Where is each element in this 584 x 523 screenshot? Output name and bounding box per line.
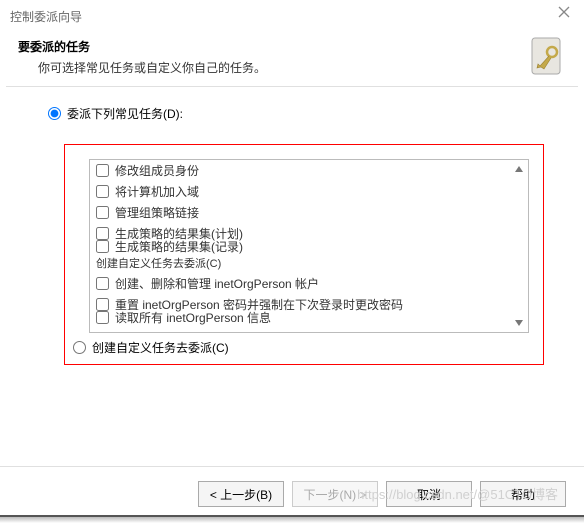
task-checkbox[interactable] — [96, 206, 109, 219]
key-icon — [526, 36, 566, 76]
scroll-up-icon[interactable] — [512, 162, 526, 176]
close-button[interactable] — [558, 6, 578, 26]
task-label: 创建自定义任务去委派(C) — [96, 255, 221, 271]
wizard-header: 要委派的任务 你可选择常见任务或自定义你自己的任务。 — [0, 32, 584, 86]
task-item[interactable]: 管理组策略链接 — [90, 202, 528, 223]
cancel-button[interactable]: 取消 — [386, 481, 472, 507]
button-row: < 上一步(B) 下一步(N) > 取消 帮助 — [0, 466, 584, 507]
scroll-down-icon[interactable] — [512, 316, 526, 330]
task-checkbox[interactable] — [96, 164, 109, 177]
task-item[interactable]: 修改组成员身份 — [90, 160, 528, 181]
task-checkbox[interactable] — [96, 277, 109, 290]
task-item[interactable]: 创建自定义任务去委派(C) — [90, 253, 528, 273]
task-checkbox[interactable] — [96, 185, 109, 198]
highlight-box: 修改组成员身份 将计算机加入域 管理组策略链接 生成策略的结果集(计划) 生成策… — [64, 144, 544, 365]
task-label: 管理组策略链接 — [115, 204, 199, 221]
task-label: 修改组成员身份 — [115, 162, 199, 179]
task-item[interactable]: 读取所有 inetOrgPerson 信息 — [90, 307, 528, 328]
bottom-strip — [0, 515, 584, 523]
close-icon — [558, 6, 570, 18]
task-item[interactable]: 创建、删除和管理 inetOrgPerson 帐户 — [90, 273, 528, 294]
header-divider — [6, 86, 578, 87]
task-listbox[interactable]: 修改组成员身份 将计算机加入域 管理组策略链接 生成策略的结果集(计划) 生成策… — [89, 159, 529, 333]
radio-custom-label: 创建自定义任务去委派(C) — [92, 339, 229, 356]
header-desc: 你可选择常见任务或自定义你自己的任务。 — [38, 59, 566, 76]
radio-common-tasks[interactable]: 委派下列常见任务(D): — [48, 105, 544, 122]
radio-common-input[interactable] — [48, 107, 61, 120]
task-checkbox[interactable] — [96, 311, 109, 324]
radio-custom-input[interactable] — [73, 341, 86, 354]
radio-custom-task[interactable]: 创建自定义任务去委派(C) — [73, 339, 543, 356]
next-button: 下一步(N) > — [292, 481, 378, 507]
task-label: 将计算机加入域 — [115, 183, 199, 200]
task-checkbox[interactable] — [96, 240, 109, 253]
task-label: 读取所有 inetOrgPerson 信息 — [115, 309, 271, 326]
titlebar: 控制委派向导 — [0, 0, 584, 32]
task-item[interactable]: 将计算机加入域 — [90, 181, 528, 202]
help-button[interactable]: 帮助 — [480, 481, 566, 507]
radio-common-label: 委派下列常见任务(D): — [67, 105, 183, 122]
task-list-inner: 修改组成员身份 将计算机加入域 管理组策略链接 生成策略的结果集(计划) 生成策… — [90, 160, 528, 328]
wizard-body: 委派下列常见任务(D): 修改组成员身份 将计算机加入域 管理组策略链接 生成策… — [0, 105, 584, 365]
task-label: 创建、删除和管理 inetOrgPerson 帐户 — [115, 275, 319, 292]
back-button[interactable]: < 上一步(B) — [198, 481, 284, 507]
titlebar-text: 控制委派向导 — [10, 8, 82, 25]
header-title: 要委派的任务 — [18, 38, 566, 55]
